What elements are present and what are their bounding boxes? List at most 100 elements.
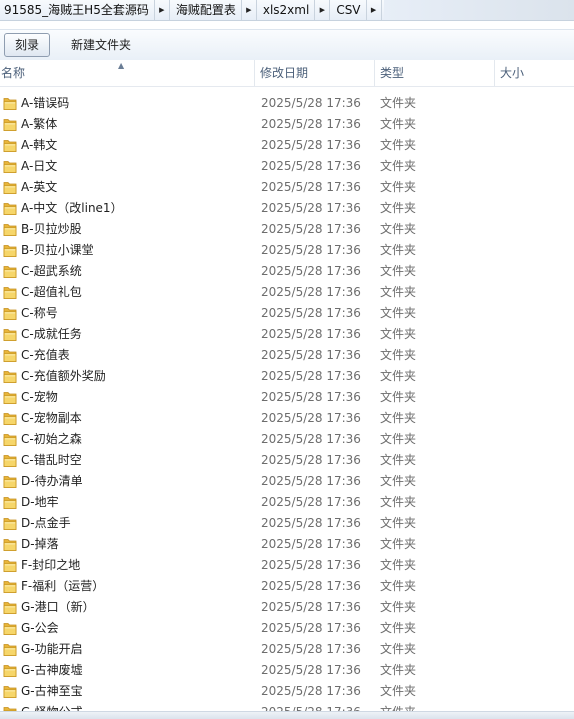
folder-row[interactable]: C-充值表 2025/5/28 17:36 文件夹 [0,345,574,366]
folder-modified-date: 2025/5/28 17:36 [261,495,361,509]
folder-icon [3,327,17,342]
folder-name: A-英文 [21,180,58,194]
folder-type: 文件夹 [380,600,417,614]
folder-row[interactable]: C-超武系统 2025/5/28 17:36 文件夹 [0,261,574,282]
folder-row[interactable]: G-古神至宝 2025/5/28 17:36 文件夹 [0,681,574,702]
folder-name: D-点金手 [21,516,71,530]
folder-icon [3,138,17,153]
folder-type: 文件夹 [380,474,417,488]
folder-type: 文件夹 [380,285,417,299]
new-folder-button[interactable]: 新建文件夹 [60,33,142,57]
column-header-row: 名称 ▲ 修改日期 类型 大小 [0,60,574,87]
folder-row[interactable]: C-宠物 2025/5/28 17:36 文件夹 [0,387,574,408]
folder-modified-date: 2025/5/28 17:36 [261,180,361,194]
folder-type: 文件夹 [380,117,417,131]
folder-icon [3,411,17,426]
folder-type: 文件夹 [380,516,417,530]
folder-name: F-封印之地 [21,558,81,572]
column-header-size[interactable]: 大小 [495,60,574,86]
folder-row[interactable]: C-称号 2025/5/28 17:36 文件夹 [0,303,574,324]
column-header-type[interactable]: 类型 [375,60,495,86]
folder-modified-date: 2025/5/28 17:36 [261,285,361,299]
folder-row[interactable]: A-英文 2025/5/28 17:36 文件夹 [0,177,574,198]
folder-icon [3,516,17,531]
folder-row[interactable]: C-超值礼包 2025/5/28 17:36 文件夹 [0,282,574,303]
folder-modified-date: 2025/5/28 17:36 [261,579,361,593]
folder-type: 文件夹 [380,642,417,656]
folder-type: 文件夹 [380,495,417,509]
folder-row[interactable]: A-韩文 2025/5/28 17:36 文件夹 [0,135,574,156]
folder-row[interactable]: D-掉落 2025/5/28 17:36 文件夹 [0,534,574,555]
folder-type: 文件夹 [380,264,417,278]
folder-modified-date: 2025/5/28 17:36 [261,243,361,257]
folder-modified-date: 2025/5/28 17:36 [261,117,361,131]
folder-row[interactable]: C-成就任务 2025/5/28 17:36 文件夹 [0,324,574,345]
folder-row[interactable]: F-福利（运营） 2025/5/28 17:36 文件夹 [0,576,574,597]
burn-button[interactable]: 刻录 [4,33,51,57]
folder-type: 文件夹 [380,306,417,320]
folder-icon [3,243,17,258]
breadcrumb-item[interactable]: 海贼配置表 [172,0,239,20]
folder-type: 文件夹 [380,327,417,341]
folder-name: D-掉落 [21,537,59,551]
folder-icon [3,369,17,384]
folder-row[interactable]: C-充值额外奖励 2025/5/28 17:36 文件夹 [0,366,574,387]
folder-row[interactable]: G-怪物公式 2025/5/28 17:36 文件夹 [0,702,574,711]
folder-type: 文件夹 [380,180,417,194]
folder-type: 文件夹 [380,432,417,446]
breadcrumb-item[interactable]: xls2xml [259,0,312,20]
folder-name: D-地牢 [21,495,59,509]
address-empty-area[interactable] [383,0,574,20]
folder-icon [3,600,17,615]
breadcrumb-item[interactable]: 91585_海贼王H5全套源码 [0,0,152,20]
folder-row[interactable]: G-古神废墟 2025/5/28 17:36 文件夹 [0,660,574,681]
chevron-right-icon[interactable]: ▶ [314,0,331,20]
folder-row[interactable]: C-初始之森 2025/5/28 17:36 文件夹 [0,429,574,450]
command-toolbar: 刻录 新建文件夹 [0,29,574,61]
folder-name: C-宠物副本 [21,411,82,425]
folder-modified-date: 2025/5/28 17:36 [261,558,361,572]
folder-icon [3,684,17,699]
folder-row[interactable]: A-日文 2025/5/28 17:36 文件夹 [0,156,574,177]
folder-icon [3,558,17,573]
folder-row[interactable]: D-待办清单 2025/5/28 17:36 文件夹 [0,471,574,492]
chevron-right-icon[interactable]: ▶ [365,0,382,20]
folder-row[interactable]: C-宠物副本 2025/5/28 17:36 文件夹 [0,408,574,429]
folder-modified-date: 2025/5/28 17:36 [261,411,361,425]
folder-icon [3,201,17,216]
folder-modified-date: 2025/5/28 17:36 [261,621,361,635]
folder-row[interactable]: B-贝拉炒股 2025/5/28 17:36 文件夹 [0,219,574,240]
folder-row[interactable]: B-贝拉小课堂 2025/5/28 17:36 文件夹 [0,240,574,261]
folder-row[interactable]: A-错误码 2025/5/28 17:36 文件夹 [0,93,574,114]
folder-type: 文件夹 [380,663,417,677]
folder-row[interactable]: G-公会 2025/5/28 17:36 文件夹 [0,618,574,639]
folder-icon [3,96,17,111]
folder-row[interactable]: D-地牢 2025/5/28 17:36 文件夹 [0,492,574,513]
folder-row[interactable]: G-功能开启 2025/5/28 17:36 文件夹 [0,639,574,660]
folder-icon [3,159,17,174]
folder-modified-date: 2025/5/28 17:36 [261,264,361,278]
folder-icon [3,453,17,468]
breadcrumb-item-current[interactable]: CSV [332,0,363,20]
folder-row[interactable]: D-点金手 2025/5/28 17:36 文件夹 [0,513,574,534]
chevron-right-icon[interactable]: ▶ [240,0,257,20]
folder-row[interactable]: A-繁体 2025/5/28 17:36 文件夹 [0,114,574,135]
folder-row[interactable]: A-中文（改line1） 2025/5/28 17:36 文件夹 [0,198,574,219]
folder-icon [3,579,17,594]
chevron-right-icon[interactable]: ▶ [153,0,170,20]
column-header-name[interactable]: 名称 ▲ [0,60,255,86]
folder-row[interactable]: C-错乱时空 2025/5/28 17:36 文件夹 [0,450,574,471]
folder-row[interactable]: F-封印之地 2025/5/28 17:36 文件夹 [0,555,574,576]
folder-row[interactable]: G-港口（新） 2025/5/28 17:36 文件夹 [0,597,574,618]
folder-icon [3,495,17,510]
sort-ascending-icon: ▲ [118,61,125,70]
folder-modified-date: 2025/5/28 17:36 [261,453,361,467]
folder-icon [3,222,17,237]
address-breadcrumb[interactable]: 91585_海贼王H5全套源码 ▶ 海贼配置表 ▶ xls2xml ▶ CSV … [0,0,574,21]
folder-name: A-日文 [21,159,58,173]
folder-name: G-怪物公式 [21,702,83,711]
folder-icon [3,117,17,132]
column-header-date[interactable]: 修改日期 [255,60,375,86]
folder-icon [3,432,17,447]
folder-icon [3,537,17,552]
